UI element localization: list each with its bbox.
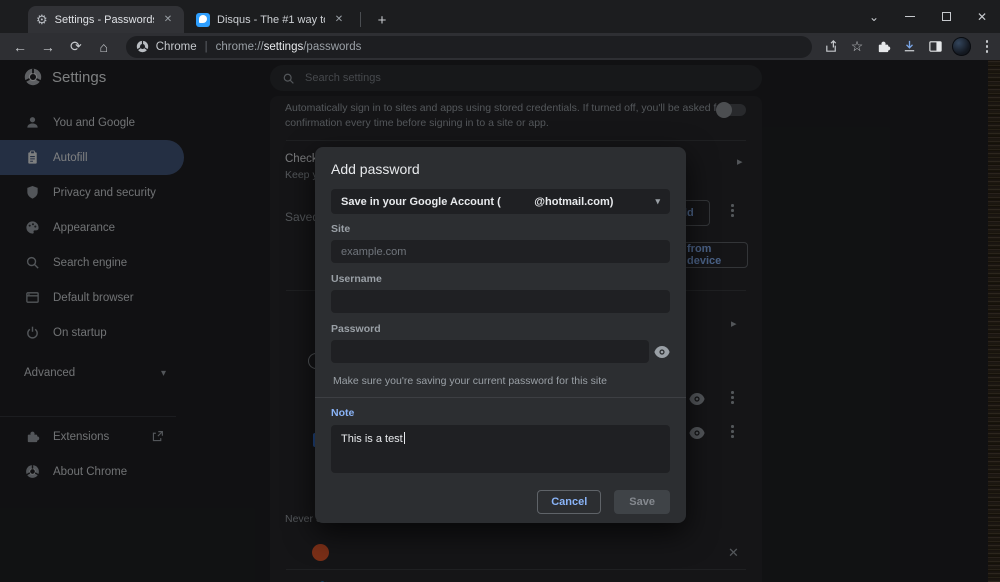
tab-title: Settings - Passwords — [55, 14, 154, 26]
back-icon[interactable]: ← — [8, 35, 32, 59]
show-password-eye-icon[interactable] — [654, 346, 670, 358]
note-label: Note — [331, 407, 670, 420]
save-button[interactable]: Save — [614, 490, 670, 514]
window-controls: ⌄ ✕ — [856, 0, 1000, 33]
menu-kebab-icon[interactable] — [974, 35, 1000, 59]
new-tab-button[interactable]: + — [370, 8, 394, 32]
dialog-divider — [315, 397, 686, 398]
reload-icon[interactable]: ⟳ — [64, 35, 88, 59]
site-input[interactable] — [331, 240, 670, 263]
account-select[interactable]: Save in your Google Account ( @hotmail.c… — [331, 189, 670, 214]
tab-close-icon[interactable]: ✕ — [331, 12, 347, 28]
browser-window: ⚙ Settings - Passwords ✕ Disqus - The #1… — [0, 0, 1000, 582]
url-scheme: chrome:// — [216, 41, 264, 53]
dialog-title: Add password — [331, 161, 670, 178]
text-cursor — [404, 432, 405, 444]
username-label: Username — [331, 273, 670, 286]
gear-favicon-icon: ⚙ — [36, 13, 48, 26]
note-textarea[interactable]: This is a test — [331, 425, 670, 473]
bookmark-star-icon[interactable]: ☆ — [844, 35, 870, 59]
settings-page: Settings You and Google Autofill — [0, 60, 988, 582]
account-select-right: @hotmail.com) — [534, 196, 613, 208]
profile-avatar[interactable] — [948, 35, 974, 59]
add-password-dialog: Add password Save in your Google Account… — [315, 147, 686, 523]
url-separator: | — [205, 41, 208, 53]
password-input[interactable] — [331, 340, 649, 363]
minimize-button[interactable] — [892, 0, 928, 33]
download-icon[interactable] — [896, 35, 922, 59]
tab-title: Disqus - The #1 way to build an a — [217, 14, 325, 26]
account-select-left: Save in your Google Account ( — [341, 196, 501, 208]
tab-strip: ⚙ Settings - Passwords ✕ Disqus - The #1… — [0, 0, 1000, 33]
note-value: This is a test — [341, 433, 403, 445]
chrome-logo-icon — [136, 40, 149, 53]
url-path: /passwords — [303, 41, 361, 53]
url-host: settings — [264, 41, 304, 53]
tab-close-icon[interactable]: ✕ — [160, 12, 176, 28]
password-label: Password — [331, 323, 670, 336]
browser-toolbar: ← → ⟳ ⌂ Chrome | chrome:// settings /pas… — [0, 33, 1000, 60]
desktop-wallpaper-edge — [988, 60, 1000, 582]
address-bar[interactable]: Chrome | chrome:// settings /passwords — [126, 36, 812, 58]
tab-separator — [360, 12, 361, 27]
disqus-favicon-icon — [196, 13, 210, 27]
extensions-puzzle-icon[interactable] — [870, 35, 896, 59]
share-icon[interactable] — [818, 35, 844, 59]
chevron-down-icon: ▾ — [655, 196, 660, 207]
forward-icon[interactable]: → — [36, 35, 60, 59]
site-label: Site — [331, 223, 670, 236]
home-icon[interactable]: ⌂ — [92, 35, 116, 59]
maximize-button[interactable] — [928, 0, 964, 33]
side-panel-icon[interactable] — [922, 35, 948, 59]
password-helper-text: Make sure you're saving your current pas… — [331, 375, 670, 388]
tab-settings[interactable]: ⚙ Settings - Passwords ✕ — [28, 6, 184, 33]
tab-disqus[interactable]: Disqus - The #1 way to build an a ✕ — [188, 6, 355, 33]
username-input[interactable] — [331, 290, 670, 313]
close-button[interactable]: ✕ — [964, 0, 1000, 33]
cancel-button[interactable]: Cancel — [537, 490, 601, 514]
chevron-down-icon[interactable]: ⌄ — [856, 0, 892, 33]
site-name: Chrome — [156, 41, 197, 53]
